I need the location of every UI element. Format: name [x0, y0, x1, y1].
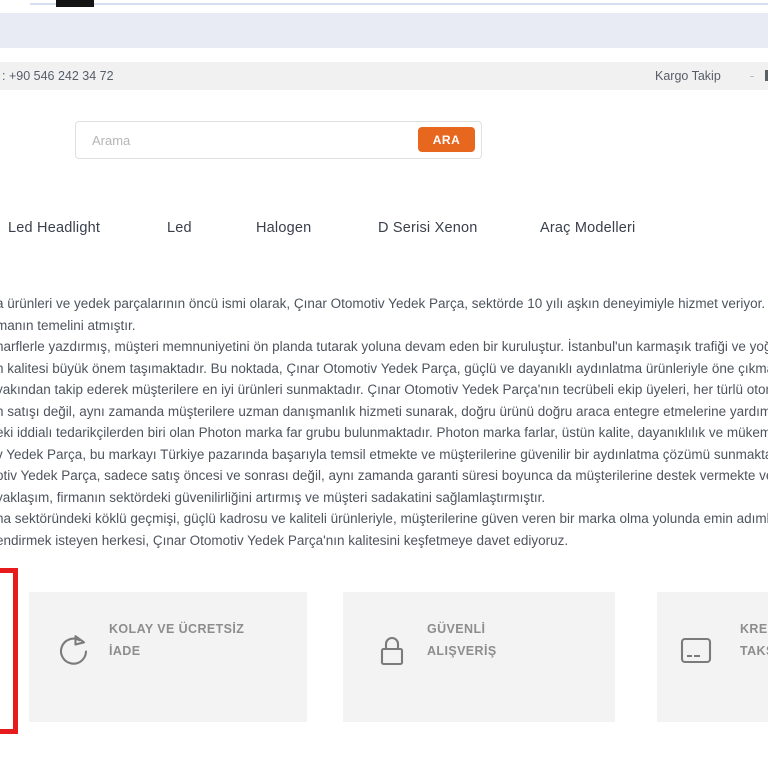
- feature-card-installments: KREDİ TAKSİT: [657, 592, 768, 722]
- search-button[interactable]: ARA: [418, 127, 475, 152]
- nav-item-led[interactable]: Led: [167, 220, 192, 236]
- paragraph-line: yakından takip ederek müşterilere en iyi…: [0, 382, 768, 397]
- lock-icon: [373, 632, 411, 670]
- feature-title-line: KREDİ: [740, 622, 768, 636]
- feature-title-line: GÜVENLİ: [427, 622, 486, 636]
- annotation-red-box: [0, 568, 18, 734]
- about-text: a ürünleri ve yedek parçalarının öncü is…: [0, 293, 768, 551]
- paragraph-line: eki iddialı tedarikçilerden biri olan Ph…: [0, 425, 768, 440]
- paragraph-line: n kalitesi büyük önem taşımaktadır. Bu n…: [0, 360, 768, 376]
- browser-tab-stub: [56, 0, 94, 7]
- credit-card-icon: [677, 632, 715, 670]
- feature-title-line: İADE: [109, 644, 141, 658]
- header-band: [0, 13, 768, 48]
- paragraph-line: yaklaşım, firmanın sektördeki güvenilirl…: [0, 489, 546, 505]
- paragraph-line: endirmek isteyen herkesi, Çınar Otomotiv…: [0, 532, 569, 548]
- topbar-separator: -: [750, 69, 755, 83]
- paragraph-line: manın temelini atmıştır.: [0, 317, 136, 333]
- nav-item-led-headlight[interactable]: Led Headlight: [8, 220, 100, 236]
- paragraph-line: n satışı değil, aynı zamanda müşterilere…: [0, 403, 768, 419]
- nav-item-halogen[interactable]: Halogen: [256, 220, 311, 236]
- feature-title-line: ALIŞVERİŞ: [427, 644, 497, 658]
- feature-card-secure-shopping: GÜVENLİ ALIŞVERİŞ: [343, 592, 615, 722]
- feature-card-free-return: KOLAY VE ÜCRETSİZ İADE: [29, 592, 307, 722]
- paragraph-line: a ürünleri ve yedek parçalarının öncü is…: [0, 296, 768, 311]
- page: : +90 546 242 34 72 Kargo Takip - ARA Le…: [0, 0, 768, 768]
- browser-top-strip: [0, 0, 768, 13]
- search-input[interactable]: [76, 122, 422, 158]
- feature-title-line: KOLAY VE ÜCRETSİZ: [109, 622, 245, 636]
- search-bar: ARA: [75, 121, 482, 159]
- paragraph-line: harflerle yazdırmış, müşteri memnuniyeti…: [0, 339, 768, 354]
- phone-number: : +90 546 242 34 72: [2, 69, 114, 83]
- feature-title-line: TAKSİT: [740, 644, 768, 658]
- nav-item-d-serisi-xenon[interactable]: D Serisi Xenon: [378, 220, 478, 236]
- nav-item-arac-modelleri[interactable]: Araç Modelleri: [540, 220, 635, 236]
- paragraph-line: na sektöründeki köklü geçmişi, güçlü kad…: [0, 511, 768, 526]
- paragraph-line: v Yedek Parça, bu markayı Türkiye pazarı…: [0, 446, 768, 462]
- cargo-tracking-link[interactable]: Kargo Takip: [655, 69, 721, 83]
- paragraph-line: otiv Yedek Parça, sadece satış öncesi ve…: [0, 468, 768, 483]
- return-arrow-icon: [55, 632, 93, 670]
- top-divider-line: [30, 3, 768, 5]
- contact-topbar: : +90 546 242 34 72 Kargo Takip -: [0, 62, 768, 90]
